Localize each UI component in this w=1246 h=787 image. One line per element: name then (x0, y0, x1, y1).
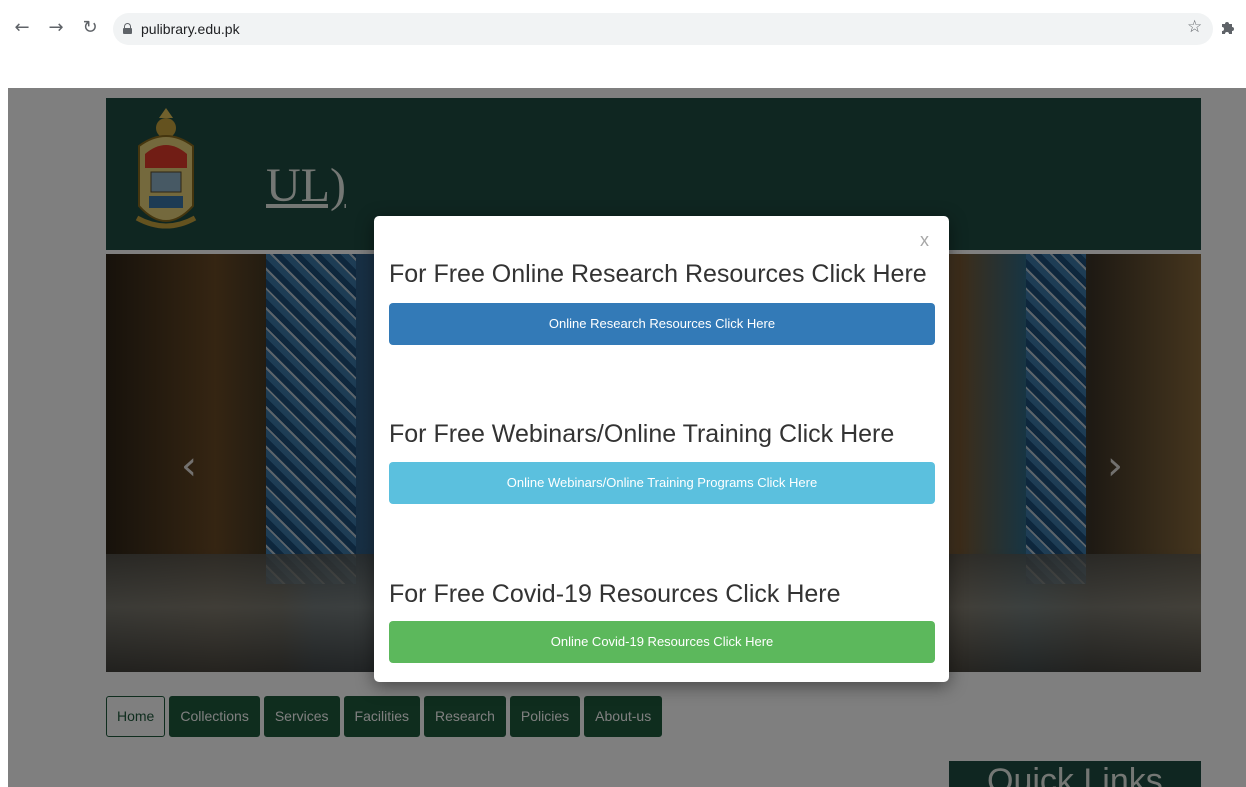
research-resources-button[interactable]: Online Research Resources Click Here (389, 303, 935, 345)
reload-icon[interactable]: ↻ (80, 18, 100, 38)
address-bar[interactable]: pulibrary.edu.pk (113, 13, 1213, 45)
webinars-button[interactable]: Online Webinars/Online Training Programs… (389, 462, 935, 504)
forward-arrow-icon[interactable]: → (46, 18, 66, 38)
close-icon[interactable]: x (920, 230, 929, 251)
browser-toolbar: ← → ↻ pulibrary.edu.pk ☆ (0, 0, 1246, 58)
modal-heading-webinars: For Free Webinars/Online Training Click … (389, 420, 895, 448)
star-icon[interactable]: ☆ (1187, 17, 1202, 37)
modal-heading-covid: For Free Covid-19 Resources Click Here (389, 580, 841, 608)
modal-heading-research: For Free Online Research Resources Click… (389, 260, 927, 288)
puzzle-icon[interactable] (1220, 19, 1236, 35)
covid-resources-button[interactable]: Online Covid-19 Resources Click Here (389, 621, 935, 663)
url-text[interactable]: pulibrary.edu.pk (141, 21, 240, 37)
lock-icon[interactable] (123, 23, 132, 34)
back-arrow-icon[interactable]: ← (12, 18, 32, 38)
resources-modal: x For Free Online Research Resources Cli… (374, 216, 949, 682)
page-viewport: UL) ‹ › HomeCollectionsServicesFacilitie… (8, 88, 1246, 787)
